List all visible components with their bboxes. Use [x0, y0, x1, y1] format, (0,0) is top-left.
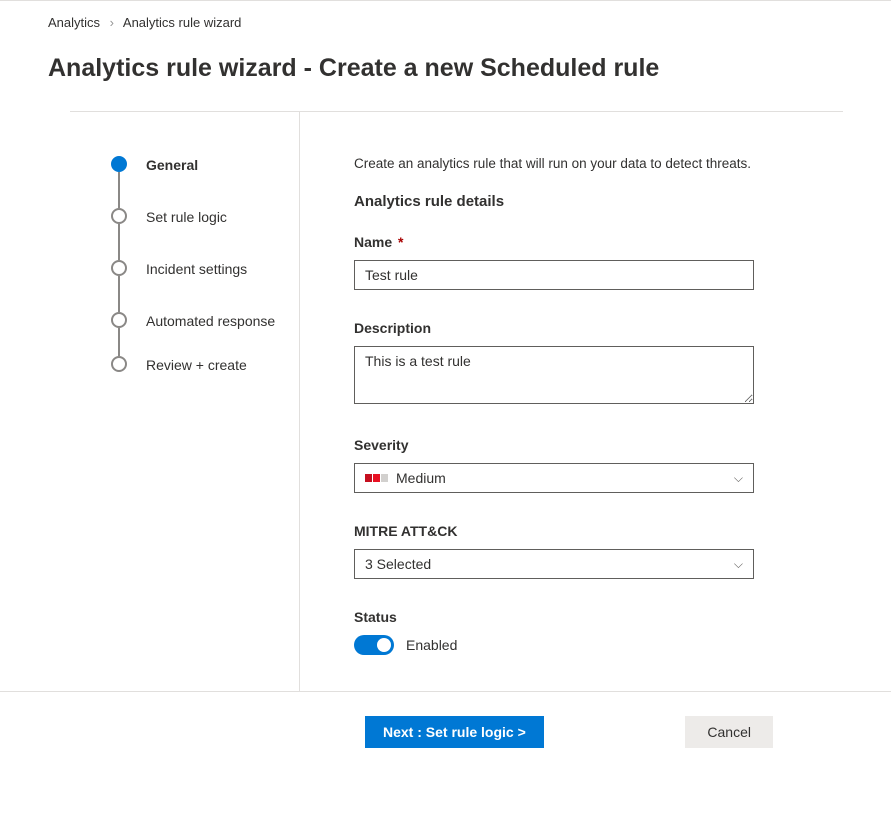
form-intro: Create an analytics rule that will run o… — [354, 156, 780, 171]
mitre-label: MITRE ATT&CK — [354, 523, 780, 539]
severity-label: Severity — [354, 437, 780, 453]
next-button[interactable]: Next : Set rule logic > — [365, 716, 544, 748]
step-dot-icon — [111, 356, 127, 372]
wizard-footer: Next : Set rule logic > Cancel — [0, 692, 891, 804]
step-dot-icon — [111, 312, 127, 328]
step-label: Automated response — [146, 312, 275, 330]
form-section-title: Analytics rule details — [354, 193, 780, 210]
step-general[interactable]: General — [110, 156, 299, 208]
step-set-rule-logic[interactable]: Set rule logic — [110, 208, 299, 260]
severity-select[interactable]: Medium ⌵ — [354, 463, 754, 493]
step-dot-icon — [111, 260, 127, 276]
cancel-button[interactable]: Cancel — [685, 716, 773, 748]
mitre-value: 3 Selected — [365, 556, 431, 572]
status-toggle[interactable] — [354, 635, 394, 655]
chevron-down-icon: ⌵ — [734, 557, 743, 572]
step-label: Incident settings — [146, 260, 247, 278]
step-dot-icon — [111, 208, 127, 224]
chevron-down-icon: ⌵ — [734, 471, 743, 486]
status-value: Enabled — [406, 637, 457, 653]
description-label: Description — [354, 320, 780, 336]
breadcrumb-current[interactable]: Analytics rule wizard — [123, 15, 242, 30]
chevron-right-icon: › — [110, 15, 114, 30]
step-dot-active-icon — [111, 156, 127, 172]
mitre-select[interactable]: 3 Selected ⌵ — [354, 549, 754, 579]
step-review-create[interactable]: Review + create — [110, 356, 299, 374]
wizard-stepper: General Set rule logic Incident settings… — [70, 112, 300, 691]
required-icon: * — [394, 234, 403, 250]
name-label: Name * — [354, 234, 780, 250]
severity-value: Medium — [396, 470, 446, 486]
step-label: Review + create — [146, 356, 247, 374]
toggle-knob-icon — [377, 638, 391, 652]
description-input[interactable] — [354, 346, 754, 404]
severity-bars-icon — [365, 474, 388, 482]
breadcrumb: Analytics › Analytics rule wizard — [0, 1, 891, 30]
step-automated-response[interactable]: Automated response — [110, 312, 299, 356]
status-label: Status — [354, 609, 780, 625]
step-incident-settings[interactable]: Incident settings — [110, 260, 299, 312]
breadcrumb-root[interactable]: Analytics — [48, 15, 100, 30]
step-label: General — [146, 156, 198, 174]
name-input[interactable] — [354, 260, 754, 290]
form-general: Create an analytics rule that will run o… — [300, 112, 780, 691]
page-title: Analytics rule wizard - Create a new Sch… — [0, 30, 891, 111]
step-label: Set rule logic — [146, 208, 227, 226]
